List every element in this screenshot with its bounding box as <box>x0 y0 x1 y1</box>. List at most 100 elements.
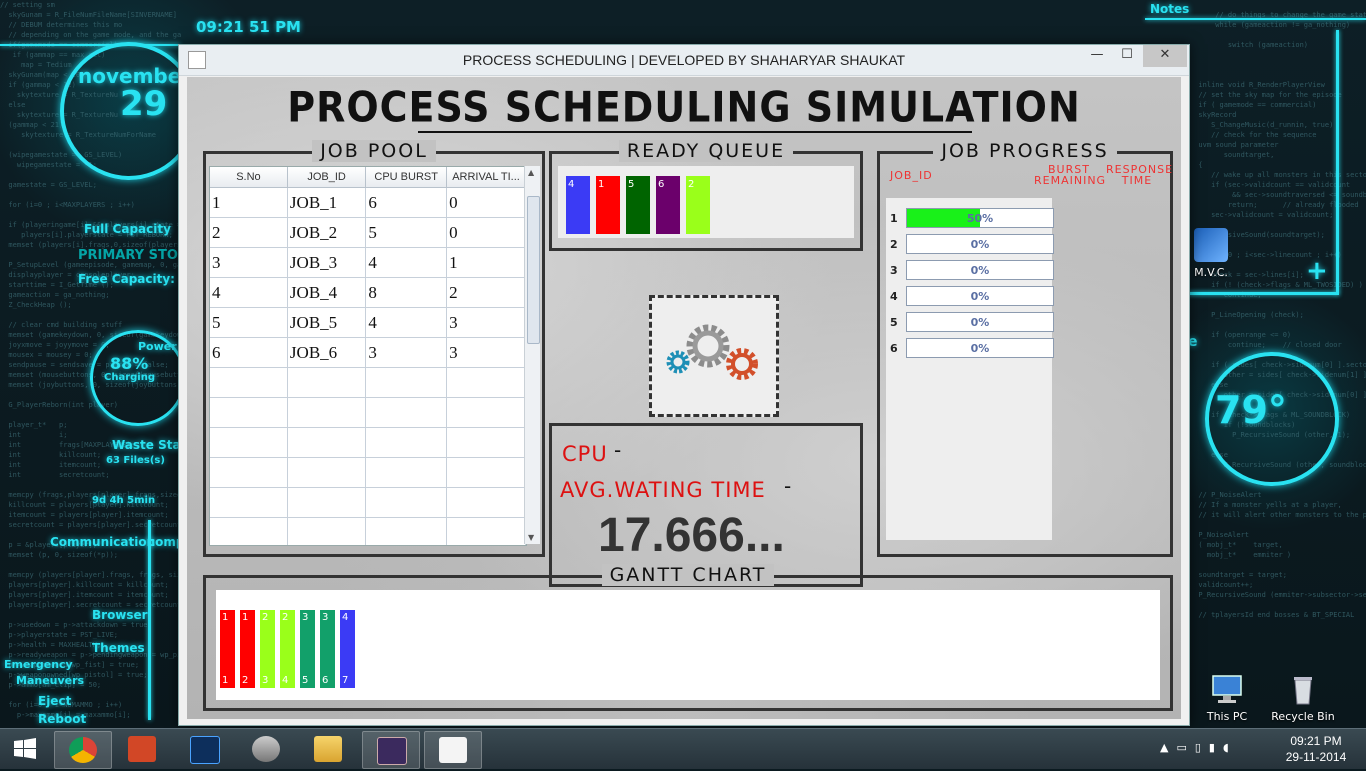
table-cell[interactable]: 2 <box>210 217 288 248</box>
taskbar-photoshop[interactable] <box>176 731 232 767</box>
plus-icon[interactable]: + <box>1306 256 1328 286</box>
minimize-button[interactable]: — <box>1083 45 1111 67</box>
desktop-icon-recycle-bin[interactable]: Recycle Bin <box>1268 672 1338 723</box>
table-cell[interactable] <box>287 367 367 398</box>
table-cell[interactable]: 8 <box>365 277 448 308</box>
table-cell[interactable] <box>365 457 448 488</box>
job-pool-table[interactable]: S.No JOB_ID CPU BURST ARRIVAL TI... 1 JOB… <box>209 166 527 546</box>
table-cell[interactable] <box>446 457 526 488</box>
table-row-empty[interactable] <box>210 367 526 398</box>
maximize-button[interactable]: ☐ <box>1113 45 1141 67</box>
table-cell[interactable]: 0 <box>446 217 526 248</box>
title-bar[interactable]: PROCESS SCHEDULING | DEVELOPED BY SHAHAR… <box>179 45 1189 76</box>
column-header-arrival-time[interactable]: ARRIVAL TI... <box>446 167 526 188</box>
table-cell[interactable] <box>446 517 526 545</box>
table-cell[interactable]: 2 <box>446 277 526 308</box>
column-header-cpu-burst[interactable]: CPU BURST <box>365 167 448 188</box>
job-progress-title: JOB PROGRESS <box>933 140 1117 162</box>
taskbar-file-explorer[interactable] <box>300 731 356 767</box>
table-cell[interactable]: 5 <box>210 307 288 338</box>
hud-browser[interactable]: Browser <box>92 608 148 622</box>
table-row[interactable]: 2 JOB_2 5 0 <box>210 217 526 248</box>
table-cell[interactable] <box>287 397 367 428</box>
table-cell[interactable] <box>210 487 288 518</box>
table-cell[interactable]: JOB_5 <box>287 307 367 338</box>
taskbar-office[interactable] <box>114 731 170 767</box>
table-cell[interactable]: 4 <box>365 247 448 278</box>
table-cell[interactable] <box>365 487 448 518</box>
taskbar-sql[interactable] <box>238 731 294 767</box>
table-cell[interactable]: 4 <box>365 307 448 338</box>
table-cell[interactable] <box>365 367 448 398</box>
table-cell[interactable]: JOB_1 <box>287 187 367 218</box>
table-cell[interactable] <box>210 517 288 545</box>
table-cell[interactable]: JOB_4 <box>287 277 367 308</box>
table-cell[interactable]: 0 <box>446 187 526 218</box>
close-button[interactable]: ✕ <box>1143 45 1187 67</box>
table-cell[interactable] <box>365 427 448 458</box>
table-cell[interactable] <box>446 487 526 518</box>
hud-reboot[interactable]: Reboot <box>38 712 86 726</box>
table-cell[interactable]: 6 <box>365 187 448 218</box>
start-button[interactable] <box>0 731 50 767</box>
table-cell[interactable]: 3 <box>210 247 288 278</box>
table-cell[interactable] <box>210 397 288 428</box>
hud-communication[interactable]: Communication <box>50 535 155 549</box>
table-row[interactable]: 6 JOB_6 3 3 <box>210 337 526 368</box>
table-cell[interactable]: JOB_6 <box>287 337 367 368</box>
table-cell[interactable] <box>446 427 526 458</box>
table-cell[interactable] <box>210 427 288 458</box>
table-row-empty[interactable] <box>210 397 526 428</box>
table-cell[interactable] <box>287 517 367 545</box>
table-row[interactable]: 1 JOB_1 6 0 <box>210 187 526 218</box>
job-progress-id: 2 <box>890 238 898 251</box>
gantt-bar-time-label: 2 <box>242 675 249 686</box>
table-cell[interactable]: 3 <box>446 307 526 338</box>
job-progress-bar: 0% <box>906 312 1054 332</box>
table-cell[interactable] <box>446 367 526 398</box>
table-cell[interactable]: 3 <box>365 337 448 368</box>
table-cell[interactable] <box>287 427 367 458</box>
scroll-up-arrow-icon[interactable]: ▲ <box>528 168 534 177</box>
table-cell[interactable] <box>210 457 288 488</box>
hud-eject[interactable]: Eject <box>38 694 71 708</box>
hud-uptime: 9d 4h 5min <box>92 495 156 506</box>
taskbar-java-ee-ide[interactable] <box>362 731 420 769</box>
desktop-icon-this-pc[interactable]: This PC <box>1192 672 1262 723</box>
table-cell[interactable] <box>365 517 448 545</box>
table-cell[interactable] <box>287 487 367 518</box>
table-cell[interactable]: 3 <box>446 337 526 368</box>
table-row-empty[interactable] <box>210 517 526 545</box>
table-cell[interactable] <box>446 397 526 428</box>
gantt-bar-time-label: 7 <box>342 675 349 686</box>
table-vertical-scrollbar[interactable]: ▲ ▼ <box>524 166 540 544</box>
scrollbar-thumb[interactable] <box>527 196 540 344</box>
table-cell[interactable]: JOB_2 <box>287 217 367 248</box>
column-header-sno[interactable]: S.No <box>210 167 288 188</box>
table-cell[interactable]: 6 <box>210 337 288 368</box>
table-row[interactable]: 3 JOB_3 4 1 <box>210 247 526 278</box>
table-cell[interactable] <box>287 457 367 488</box>
table-row-empty[interactable] <box>210 427 526 458</box>
column-header-job-id[interactable]: JOB_ID <box>287 167 367 188</box>
taskbar-chrome[interactable] <box>54 731 112 769</box>
table-row-empty[interactable] <box>210 457 526 488</box>
table-cell[interactable]: 4 <box>210 277 288 308</box>
table-cell[interactable] <box>210 367 288 398</box>
taskbar-clock[interactable]: 09:21 PM 29-11-2014 <box>1276 733 1356 765</box>
table-cell[interactable]: 1 <box>446 247 526 278</box>
table-row[interactable]: 5 JOB_5 4 3 <box>210 307 526 338</box>
hud-full-capacity: Full Capacity <box>84 222 171 236</box>
taskbar-java-app[interactable] <box>424 731 482 769</box>
table-cell[interactable] <box>365 397 448 428</box>
table-cell[interactable]: JOB_3 <box>287 247 367 278</box>
ready-queue-item-label: 2 <box>688 179 695 190</box>
table-cell[interactable]: 1 <box>210 187 288 218</box>
hud-themes[interactable]: Themes <box>92 641 145 655</box>
table-row-empty[interactable] <box>210 487 526 518</box>
scroll-down-arrow-icon[interactable]: ▼ <box>528 533 534 542</box>
system-tray[interactable]: ▲▭▯▮◖ <box>1160 741 1237 754</box>
table-cell[interactable]: 5 <box>365 217 448 248</box>
hud-notes[interactable]: Notes <box>1150 2 1189 16</box>
table-row[interactable]: 4 JOB_4 8 2 <box>210 277 526 308</box>
